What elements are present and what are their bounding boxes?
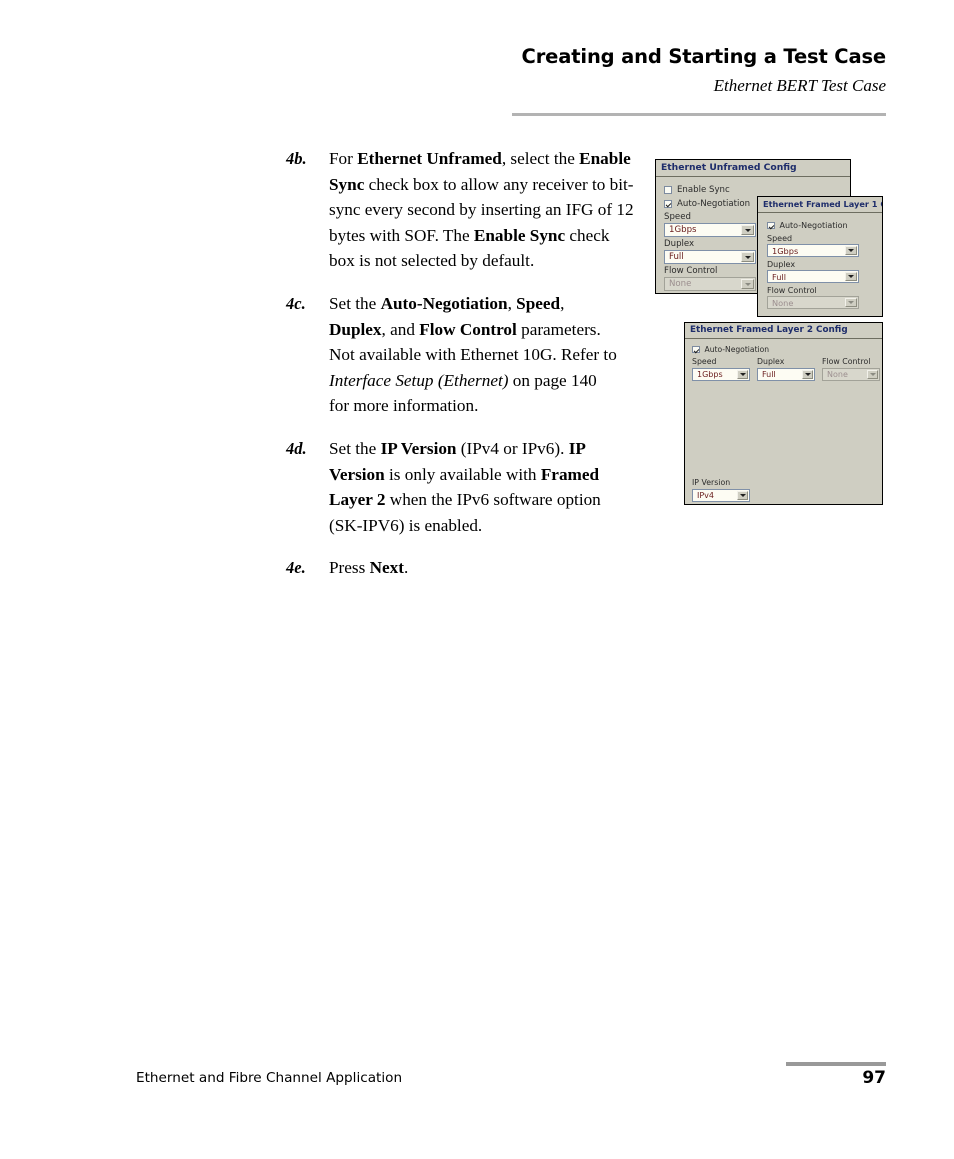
dialog-title: Ethernet Framed Layer 1 Config [758, 197, 882, 213]
dialog-ethernet-framed-layer1-config: Ethernet Framed Layer 1 Config Auto-Nego… [757, 196, 883, 317]
dropdown-value: None [827, 370, 848, 379]
checkbox-checked-icon [692, 345, 700, 354]
footer-page-number: 97 [862, 1068, 886, 1088]
dropdown-flow-control: None [664, 277, 756, 291]
label-ip-version: IP Version [692, 478, 731, 487]
label-speed: Speed [767, 234, 793, 243]
step-number: 4e. [286, 558, 306, 578]
dialog-title: Ethernet Framed Layer 2 Config [685, 323, 882, 339]
checkbox-checked-icon [664, 200, 672, 208]
dropdown-value: None [772, 297, 794, 308]
page-subtitle: Ethernet BERT Test Case [713, 76, 886, 96]
chevron-down-icon [867, 370, 878, 379]
dropdown-flow-control: None [767, 296, 859, 309]
procedure-step-list: 4b. For Ethernet Unframed, select the En… [286, 146, 638, 581]
dropdown-value: Full [772, 271, 786, 282]
step-number: 4d. [286, 438, 307, 458]
header-divider [512, 113, 886, 116]
dropdown-flow-control: None [822, 368, 880, 381]
checkbox-auto-negotiation[interactable]: Auto-Negotiation [664, 199, 750, 209]
chevron-down-icon[interactable] [737, 370, 748, 379]
dropdown-value: Full [669, 252, 684, 262]
checkbox-enable-sync[interactable]: Enable Sync [664, 185, 730, 195]
dropdown-duplex[interactable]: Full [757, 368, 815, 381]
checkbox-label: Auto-Negotiation [779, 221, 848, 230]
chevron-down-icon[interactable] [845, 246, 857, 255]
chevron-down-icon[interactable] [845, 272, 857, 281]
chevron-down-icon[interactable] [741, 252, 754, 262]
step-text: For Ethernet Unframed, select the Enable… [329, 149, 634, 271]
dropdown-value: Full [762, 370, 776, 379]
checkbox-label: Auto-Negotiation [677, 199, 751, 209]
checkbox-checked-icon [767, 221, 775, 230]
page-header: Creating and Starting a Test Case Ethern… [512, 45, 887, 96]
dropdown-duplex[interactable]: Full [664, 250, 756, 264]
dropdown-speed[interactable]: 1Gbps [767, 244, 859, 257]
page-title: Creating and Starting a Test Case [521, 45, 887, 68]
dialog-ethernet-framed-layer2-config: Ethernet Framed Layer 2 Config Auto-Nego… [684, 322, 883, 505]
dropdown-value: IPv4 [697, 491, 715, 500]
label-flow-control: Flow Control [664, 266, 718, 276]
dropdown-value: None [669, 279, 692, 289]
checkbox-auto-negotiation[interactable]: Auto-Negotiation [767, 221, 848, 230]
checkbox-label: Enable Sync [677, 185, 730, 195]
label-speed: Speed [692, 357, 717, 366]
dropdown-duplex[interactable]: Full [767, 270, 859, 283]
footer-document-title: Ethernet and Fibre Channel Application [136, 1070, 403, 1086]
dropdown-value: 1Gbps [772, 245, 799, 256]
label-flow-control: Flow Control [767, 286, 817, 295]
dialog-title: Ethernet Unframed Config [656, 160, 850, 177]
step-number: 4c. [286, 293, 306, 313]
dropdown-speed[interactable]: 1Gbps [692, 368, 750, 381]
chevron-down-icon[interactable] [741, 225, 754, 235]
list-item: 4e. Press Next. [286, 555, 638, 581]
dropdown-value: 1Gbps [697, 370, 723, 379]
dropdown-speed[interactable]: 1Gbps [664, 223, 756, 237]
list-item: 4b. For Ethernet Unframed, select the En… [286, 146, 638, 274]
step-text: Set the Auto-Negotiation, Speed, Duplex,… [329, 293, 617, 416]
checkbox-box-icon [664, 186, 672, 194]
label-speed: Speed [664, 212, 691, 222]
chevron-down-icon [845, 298, 857, 307]
chevron-down-icon[interactable] [802, 370, 813, 379]
label-duplex: Duplex [767, 260, 796, 269]
label-duplex: Duplex [664, 239, 695, 249]
list-item: 4d. Set the IP Version (IPv4 or IPv6). I… [286, 436, 638, 538]
step-text: Press Next. [329, 558, 409, 578]
label-flow-control: Flow Control [822, 357, 871, 366]
dropdown-ip-version[interactable]: IPv4 [692, 489, 750, 502]
step-text: Set the IP Version (IPv4 or IPv6). IP Ve… [329, 438, 601, 535]
checkbox-label: Auto-Negotiation [704, 345, 770, 354]
checkbox-auto-negotiation[interactable]: Auto-Negotiation [692, 345, 769, 354]
step-number: 4b. [286, 149, 307, 168]
dropdown-value: 1Gbps [669, 225, 697, 235]
label-duplex: Duplex [757, 357, 785, 366]
chevron-down-icon [741, 279, 754, 289]
chevron-down-icon[interactable] [737, 491, 748, 500]
footer-divider [786, 1062, 886, 1066]
list-item: 4c. Set the Auto-Negotiation, Speed, Dup… [286, 291, 638, 419]
